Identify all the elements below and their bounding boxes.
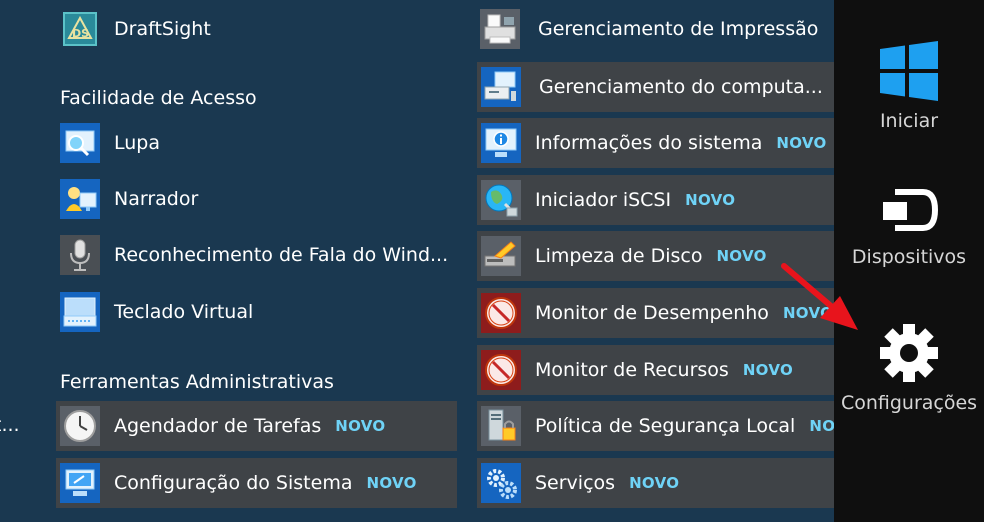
- new-badge: NOVO: [742, 361, 794, 379]
- charm-label: Iniciar: [879, 110, 939, 132]
- windows-logo-icon: [880, 41, 938, 101]
- disk-cleanup-icon: [481, 236, 521, 276]
- system-info-icon: [481, 123, 521, 163]
- security-policy-icon: [481, 406, 521, 446]
- group-title-facilidade: Facilidade de Acesso: [60, 87, 257, 109]
- devices-icon: [883, 189, 939, 231]
- app-label: Informações do sistema: [535, 132, 763, 154]
- app-tile-politica-seguranca[interactable]: Política de Segurança Local NOV: [477, 401, 834, 451]
- truncated-label: t...: [0, 414, 20, 436]
- app-label: Gerenciamento de Impressão: [538, 18, 819, 40]
- performance-monitor-icon: [481, 293, 521, 333]
- charms-bar: Iniciar Dispositivos Configurações: [834, 0, 984, 522]
- app-tile-draftsight[interactable]: DS DraftSight: [56, 4, 456, 54]
- draftsight-icon: DS: [60, 9, 100, 49]
- new-badge: NOVO: [716, 247, 767, 265]
- app-tile-iniciador-iscsi[interactable]: Iniciador iSCSI NOVO: [477, 175, 834, 225]
- group-title-ferramentas: Ferramentas Administrativas: [60, 371, 334, 393]
- new-badge: NOVO: [685, 191, 736, 209]
- app-tile-agendador[interactable]: Agendador de Tarefas NOVO: [56, 401, 457, 451]
- new-badge: NOVO: [776, 134, 827, 152]
- new-badge: NOV: [809, 417, 834, 435]
- app-label: Reconhecimento de Fala do Wind...: [114, 244, 449, 266]
- app-tile-reconhecimento-fala[interactable]: Reconhecimento de Fala do Wind...: [56, 230, 456, 280]
- charm-label: Dispositivos: [851, 246, 967, 268]
- app-label: Iniciador iSCSI: [535, 189, 672, 211]
- charm-iniciar[interactable]: Iniciar: [834, 40, 984, 132]
- app-label: Teclado Virtual: [114, 301, 254, 323]
- charm-configuracoes[interactable]: Configurações: [834, 322, 984, 414]
- apps-view: DS DraftSight Facilidade de Acesso Lupa: [0, 0, 834, 522]
- new-badge: NOVO: [629, 474, 680, 492]
- narrator-icon: [60, 179, 100, 219]
- app-tile-lupa[interactable]: Lupa: [56, 118, 456, 168]
- app-tile-monitor-desempenho[interactable]: Monitor de Desempenho NOVO: [477, 288, 834, 338]
- app-label: Monitor de Desempenho: [535, 302, 769, 324]
- app-label: Gerenciamento do computa...: [539, 76, 823, 98]
- app-tile-informacoes-sistema[interactable]: Informações do sistema NOVO: [477, 118, 834, 168]
- app-tile-narrador[interactable]: Narrador: [56, 174, 456, 224]
- svg-text:DS: DS: [72, 27, 89, 40]
- app-label: Narrador: [114, 188, 199, 210]
- app-label: Agendador de Tarefas: [114, 415, 322, 437]
- globe-icon: [481, 180, 521, 220]
- app-label: Serviços: [535, 472, 616, 494]
- charm-dispositivos[interactable]: Dispositivos: [834, 188, 984, 268]
- printer-icon: [480, 9, 520, 49]
- system-config-icon: [60, 463, 100, 503]
- new-badge: NOVO: [366, 474, 417, 492]
- services-gear-icon: [481, 463, 521, 503]
- app-tile-monitor-recursos[interactable]: Monitor de Recursos NOVO: [477, 345, 834, 395]
- gear-icon: [880, 324, 938, 382]
- app-tile-limpeza-disco[interactable]: Limpeza de Disco NOVO: [477, 231, 834, 281]
- app-label: Lupa: [114, 132, 160, 154]
- keyboard-icon: [60, 292, 100, 332]
- app-tile-teclado-virtual[interactable]: Teclado Virtual: [56, 287, 456, 337]
- app-tile-servicos[interactable]: Serviços NOVO: [477, 458, 834, 508]
- new-badge: NOVO: [335, 417, 386, 435]
- magnifier-icon: [60, 123, 100, 163]
- charm-label: Configurações: [840, 392, 978, 414]
- app-label: DraftSight: [114, 18, 211, 40]
- clock-icon: [60, 406, 100, 446]
- app-label: Limpeza de Disco: [535, 245, 703, 267]
- microphone-icon: [60, 235, 100, 275]
- app-label: Política de Segurança Local: [535, 415, 796, 437]
- new-badge: NOVO: [782, 304, 834, 322]
- app-label: Monitor de Recursos: [535, 359, 729, 381]
- app-label: Configuração do Sistema: [114, 472, 353, 494]
- computer-management-icon: [481, 67, 521, 107]
- app-tile-gerenciamento-computador[interactable]: Gerenciamento do computa... N: [477, 62, 834, 112]
- app-tile-gerenciamento-impressao[interactable]: Gerenciamento de Impressão: [476, 4, 834, 54]
- resource-monitor-icon: [481, 350, 521, 390]
- app-tile-configuracao-sistema[interactable]: Configuração do Sistema NOVO: [56, 458, 457, 508]
